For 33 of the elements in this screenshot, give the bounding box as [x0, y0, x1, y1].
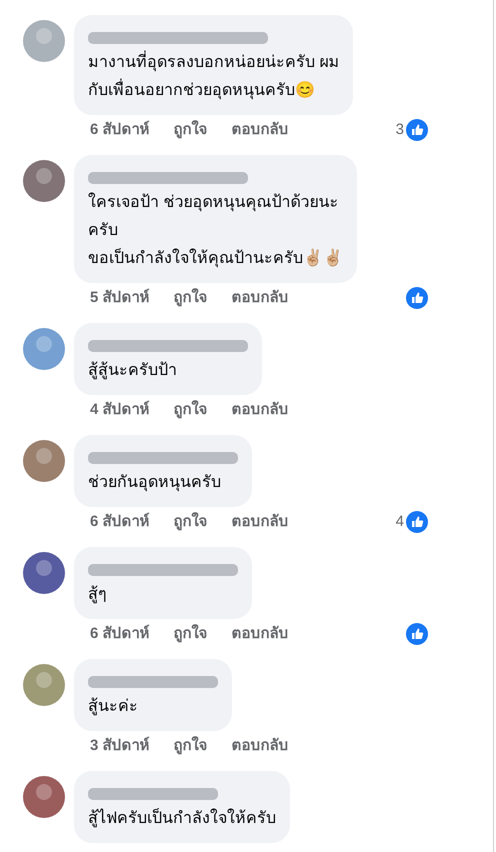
- like-link[interactable]: ถูกใจ: [174, 510, 208, 534]
- like-link[interactable]: ถูกใจ: [174, 398, 208, 422]
- comment-text: สู้ไฟครับเป็นกำลังใจให้ครับ: [88, 807, 276, 830]
- avatar[interactable]: [22, 551, 66, 595]
- timestamp[interactable]: 6 สัปดาห์: [90, 118, 150, 142]
- reply-link[interactable]: ตอบกลับ: [232, 118, 289, 142]
- timestamp[interactable]: 3 สัปดาห์: [90, 734, 150, 758]
- avatar[interactable]: [22, 775, 66, 819]
- comment-text: ใครเจอป้า ช่วยอุดหนุนคุณป้าด้วยนะ ครับ ขอเป็นกำลังใจให้คุณป้านะครับ✌🏼✌🏼: [88, 192, 343, 270]
- comment-text: มางานที่อุดรลงบอกหน่อยน่ะครับ ผม กับเพื่อนอยากช่วยอุดหนุนครับ😊: [88, 49, 340, 105]
- avatar[interactable]: [22, 663, 66, 707]
- timestamp[interactable]: 5 สัปดาห์: [90, 286, 150, 310]
- comment-text: สู้นะค่ะ: [88, 696, 139, 718]
- timestamp[interactable]: 6 สัปดาห์: [90, 622, 150, 646]
- reply-link[interactable]: ตอบกลับ: [232, 398, 289, 422]
- avatar[interactable]: [22, 439, 66, 483]
- comment-text: สู้สู้นะครับป้า: [88, 360, 178, 382]
- reply-link[interactable]: ตอบกลับ: [232, 286, 289, 310]
- like-link[interactable]: ถูกใจ: [174, 622, 208, 646]
- like-link[interactable]: ถูกใจ: [174, 118, 208, 142]
- timestamp[interactable]: 4 สัปดาห์: [90, 398, 150, 422]
- like-link[interactable]: ถูกใจ: [174, 286, 208, 310]
- reaction-count: 4: [396, 512, 404, 532]
- avatar[interactable]: [22, 327, 66, 371]
- reaction-count: 3: [396, 120, 404, 140]
- reply-link[interactable]: ตอบกลับ: [232, 734, 289, 758]
- reply-link[interactable]: ตอบกลับ: [232, 622, 289, 646]
- comment-text: ช่วยกันอุดหนุนครับ: [88, 473, 222, 494]
- timestamp[interactable]: 6 สัปดาห์: [90, 510, 150, 534]
- reply-link[interactable]: ตอบกลับ: [232, 510, 289, 534]
- avatar[interactable]: [22, 159, 66, 203]
- like-link[interactable]: ถูกใจ: [174, 734, 208, 758]
- comment-text: สู้ๆ: [88, 584, 108, 606]
